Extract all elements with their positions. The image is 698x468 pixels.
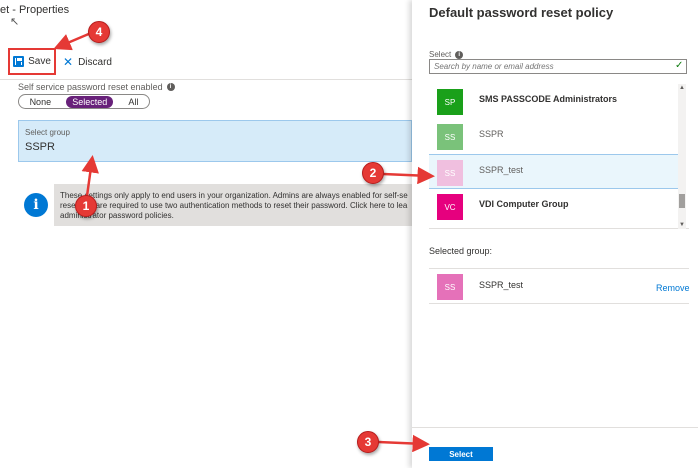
scroll-up-icon[interactable]: ▲ <box>678 84 686 92</box>
save-button[interactable]: Save <box>8 48 56 75</box>
select-button[interactable]: Select <box>429 447 493 461</box>
select-label: Select i <box>429 50 464 59</box>
group-avatar: SS <box>437 274 463 300</box>
toggle-option-none[interactable]: None <box>24 96 58 108</box>
information-icon: i <box>24 193 48 217</box>
group-list: SP SMS PASSCODE Administrators SS SSPR S… <box>429 84 689 229</box>
group-avatar: SP <box>437 89 463 115</box>
remove-link[interactable]: Remove <box>656 283 690 293</box>
selected-group-item: SS SSPR_test Remove <box>429 268 690 304</box>
callout-badge-2: 2 <box>362 162 384 184</box>
sspr-enabled-label: Self service password reset enabled i <box>18 82 175 92</box>
info-icon[interactable]: i <box>455 50 464 59</box>
group-name: SSPR <box>479 129 504 139</box>
selected-group-label: Selected group: <box>429 246 493 256</box>
command-bar: Save ✕ Discard <box>0 44 412 80</box>
blade-footer: Select <box>412 427 698 468</box>
discard-label: Discard <box>78 56 112 68</box>
callout-badge-4: 4 <box>88 21 110 43</box>
discard-button[interactable]: ✕ Discard <box>63 52 112 72</box>
callout-badge-1: 1 <box>75 195 97 217</box>
notice-text[interactable]: These settings only apply to end users i… <box>60 191 410 221</box>
group-avatar: SS <box>437 160 463 186</box>
close-icon: ✕ <box>63 55 74 69</box>
select-group-label: Select group <box>25 128 70 137</box>
toggle-option-all[interactable]: All <box>122 96 144 108</box>
list-item[interactable]: SP SMS PASSCODE Administrators <box>429 84 679 119</box>
scroll-down-icon[interactable]: ▼ <box>678 221 686 229</box>
group-name: SSPR_test <box>479 280 524 290</box>
group-name: SSPR_test <box>479 165 524 175</box>
group-name: VDI Computer Group <box>479 199 569 209</box>
select-group-field[interactable]: Select group SSPR <box>18 120 412 162</box>
scrollbar-thumb[interactable] <box>679 194 685 208</box>
toggle-option-selected[interactable]: Selected <box>66 95 114 108</box>
blade-title: Default password reset policy <box>429 5 614 20</box>
list-scrollbar[interactable]: ▲ ▼ <box>678 84 686 229</box>
notice-line: These settings only apply to end users i… <box>60 191 408 200</box>
notice-line: administrator password policies. <box>60 211 174 220</box>
save-icon <box>13 56 25 67</box>
notice-line: reset and are required to use two authen… <box>60 201 408 210</box>
password-reset-policy-blade: Default password reset policy Select i ✓… <box>412 0 698 468</box>
callout-badge-3: 3 <box>357 431 379 453</box>
group-name: SMS PASSCODE Administrators <box>479 94 618 104</box>
screenshot-root: et - Properties ↖ Save ✕ Discard Self se… <box>0 0 698 468</box>
group-avatar: SS <box>437 124 463 150</box>
list-item[interactable]: VC VDI Computer Group <box>429 189 679 224</box>
search-input[interactable] <box>429 59 687 74</box>
sspr-toggle: None Selected All <box>18 94 150 109</box>
notice-icon-container: i <box>18 184 54 226</box>
info-icon[interactable]: i <box>166 83 175 91</box>
list-item[interactable]: SS SSPR <box>429 119 679 154</box>
list-item-hovered[interactable]: SS SSPR_test <box>429 154 679 189</box>
mouse-cursor-icon: ↖ <box>10 16 20 28</box>
save-label: Save <box>28 56 51 67</box>
checkmark-icon: ✓ <box>675 60 684 71</box>
properties-blade: et - Properties ↖ Save ✕ Discard Self se… <box>0 0 412 468</box>
group-avatar: VC <box>437 194 463 220</box>
select-group-value: SSPR <box>25 141 55 153</box>
